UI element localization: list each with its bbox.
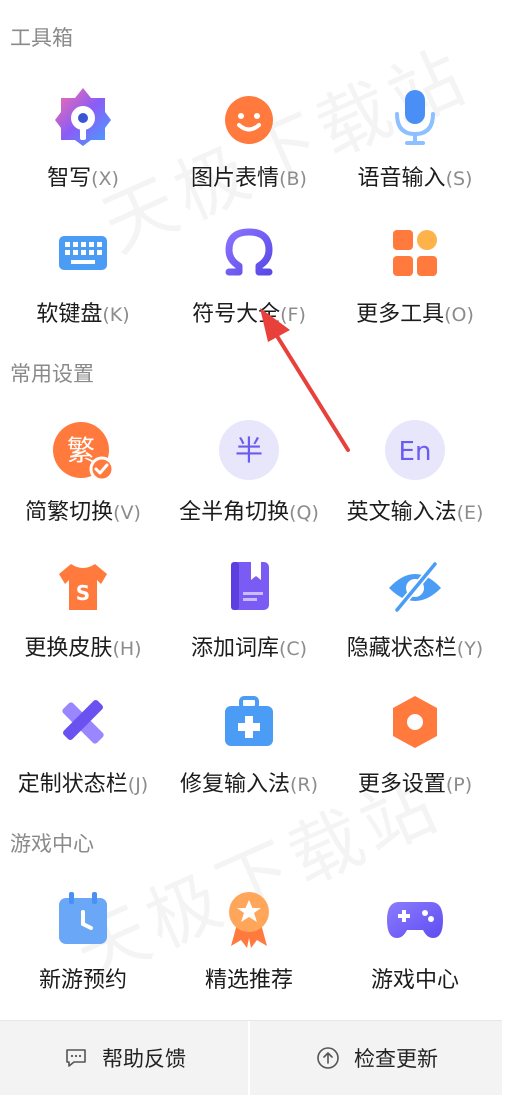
gamepad-icon — [387, 902, 443, 938]
shortcut-key: (B) — [279, 168, 307, 190]
tool-smart-write[interactable]: 智写(X) — [0, 70, 166, 200]
game-center[interactable]: 游戏中心 — [332, 872, 498, 1002]
footer-divider — [248, 1021, 250, 1095]
footer-bar: 帮助反馈 检查更新 — [0, 1020, 502, 1095]
shortcut-key: (R) — [289, 774, 319, 796]
shortcut-key: (Y) — [456, 638, 484, 660]
tool-label: 图片表情 — [191, 166, 280, 191]
shortcut-key: (O) — [444, 304, 474, 326]
setting-customize-status-bar[interactable]: 定制状态栏(J) — [0, 676, 166, 806]
setting-repair-input-method[interactable]: 修复输入法(R) — [166, 676, 332, 806]
tool-label: 更多工具 — [356, 302, 445, 327]
emoji-icon — [225, 96, 273, 144]
grid-icon — [393, 230, 437, 276]
upload-circle-icon — [317, 1047, 339, 1069]
half-width-icon: 半 — [219, 420, 279, 480]
tool-label: 智写 — [47, 166, 92, 191]
shortcut-key: (E) — [456, 502, 484, 524]
shortcut-key: (P) — [445, 774, 473, 796]
smart-write-icon — [55, 88, 111, 146]
setting-half-full-width[interactable]: 半 全半角切换(Q) — [166, 404, 332, 534]
help-feedback-button[interactable]: 帮助反馈 — [0, 1021, 250, 1095]
svg-text:半: 半 — [235, 434, 263, 467]
dictionary-icon — [231, 562, 269, 610]
setting-hide-status-bar[interactable]: 隐藏状态栏(Y) — [332, 540, 498, 670]
help-feedback-label: 帮助反馈 — [102, 1047, 186, 1071]
tool-soft-keyboard[interactable]: 软键盘(K) — [0, 206, 166, 336]
game-featured[interactable]: 精选推荐 — [166, 872, 332, 1002]
setting-add-dictionary[interactable]: 添加词库(C) — [166, 540, 332, 670]
microphone-icon — [395, 90, 435, 145]
section-title-toolbox: 工具箱 — [10, 26, 73, 50]
chat-bubble-icon — [66, 1049, 86, 1067]
setting-label: 英文输入法 — [346, 500, 457, 525]
setting-more-settings[interactable]: 更多设置(P) — [332, 676, 498, 806]
calendar-clock-icon — [59, 892, 107, 944]
shortcut-key: (Q) — [289, 502, 319, 524]
setting-label: 定制状态栏 — [17, 772, 128, 797]
game-label: 精选推荐 — [204, 968, 293, 993]
section-title-common-settings: 常用设置 — [10, 362, 94, 386]
svg-text:繁: 繁 — [67, 434, 95, 467]
setting-label: 更换皮肤 — [24, 636, 113, 661]
medal-icon — [229, 892, 269, 948]
repair-kit-icon — [225, 696, 273, 746]
shortcut-key: (V) — [113, 502, 141, 524]
setting-change-skin[interactable]: S 更换皮肤(H) — [0, 540, 166, 670]
setting-traditional-simplified[interactable]: 繁 简繁切换(V) — [0, 404, 166, 534]
shortcut-key: (S) — [445, 168, 473, 190]
setting-label: 添加词库 — [190, 636, 279, 661]
omega-icon — [225, 228, 273, 276]
keyboard-icon — [59, 236, 107, 270]
tool-image-emoji[interactable]: 图片表情(B) — [166, 70, 332, 200]
setting-label: 隐藏状态栏 — [346, 636, 457, 661]
setting-english-input[interactable]: En 英文输入法(E) — [332, 404, 498, 534]
tool-label: 语音输入 — [357, 166, 446, 191]
tshirt-icon: S — [59, 564, 107, 610]
gear-icon — [393, 696, 437, 748]
ruler-pencil-icon — [62, 700, 104, 744]
game-new-reservation[interactable]: 新游预约 — [0, 872, 166, 1002]
shortcut-key: (K) — [102, 304, 130, 326]
shortcut-key: (X) — [91, 168, 119, 190]
english-icon: En — [385, 420, 445, 480]
shortcut-key: (J) — [127, 774, 149, 796]
check-update-button[interactable]: 检查更新 — [252, 1021, 502, 1095]
setting-label: 简繁切换 — [25, 500, 114, 525]
setting-label: 全半角切换 — [179, 500, 290, 525]
section-title-game-center: 游戏中心 — [10, 832, 94, 856]
setting-label: 更多设置 — [357, 772, 446, 797]
shortcut-key: (C) — [278, 638, 308, 660]
traditional-chinese-icon: 繁 — [53, 422, 115, 482]
check-update-label: 检查更新 — [354, 1047, 438, 1071]
tool-voice-input[interactable]: 语音输入(S) — [332, 70, 498, 200]
setting-label: 修复输入法 — [179, 772, 290, 797]
svg-text:S: S — [76, 581, 90, 605]
shortcut-key: (H) — [112, 638, 142, 660]
game-label: 新游预约 — [38, 968, 127, 993]
game-label: 游戏中心 — [370, 968, 459, 993]
eye-hidden-icon — [389, 560, 441, 614]
svg-text:En: En — [399, 437, 432, 467]
tool-label: 软键盘 — [36, 302, 103, 327]
